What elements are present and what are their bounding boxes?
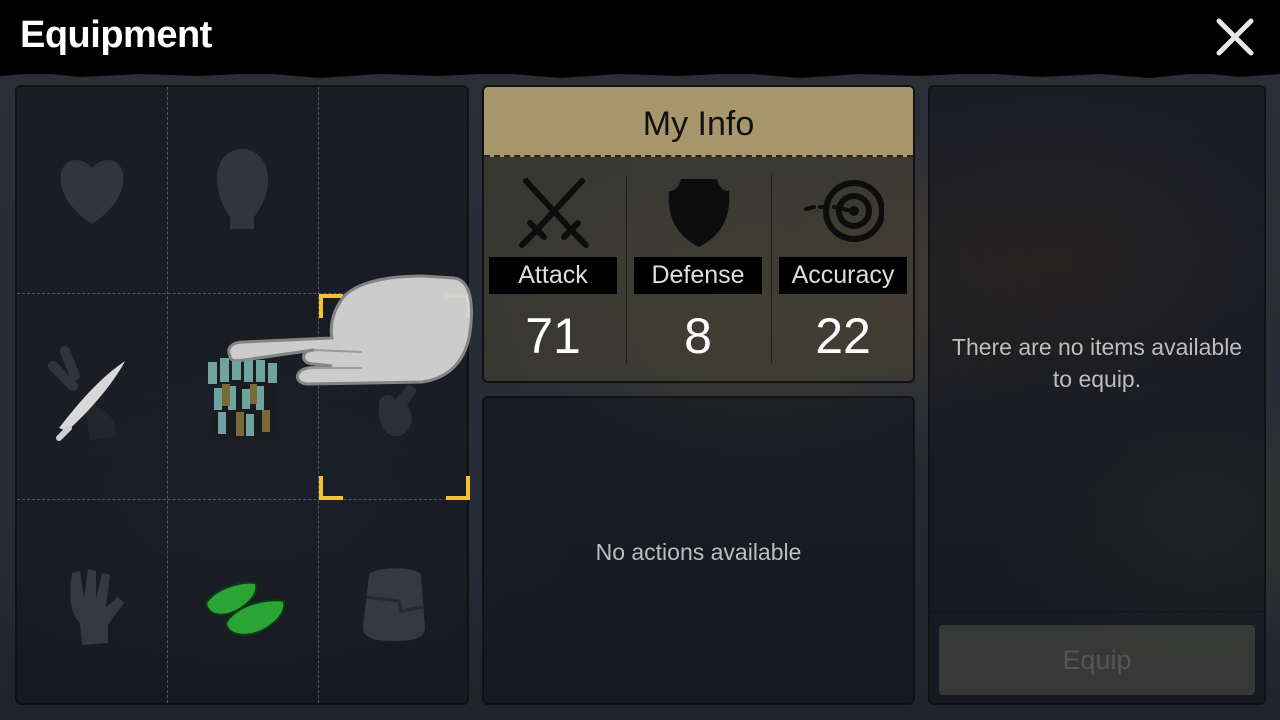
body-slot[interactable] [168, 294, 319, 500]
stat-label: Accuracy [779, 257, 907, 294]
hand-icon [378, 384, 417, 437]
gloves-icon [70, 569, 124, 645]
head-icon [216, 149, 269, 229]
empty-slot[interactable] [319, 87, 470, 293]
chest-slot[interactable] [17, 87, 168, 293]
stat-defense: Defense 8 [634, 175, 764, 375]
shoes-slot[interactable] [168, 501, 319, 707]
selection-corner [446, 476, 470, 500]
equipment-grid [15, 85, 470, 707]
crossed-swords-icon [519, 178, 589, 248]
stat-accuracy: Accuracy 22 [779, 175, 909, 375]
stat-label: Attack [489, 257, 617, 294]
stat-divider [771, 175, 772, 363]
green-shoes-icon [204, 581, 286, 636]
shield-icon [668, 179, 730, 247]
stat-label: Defense [634, 257, 762, 294]
torn-edge [0, 70, 1280, 78]
selection-corner [319, 294, 343, 318]
my-info-panel: My Info Attack 71 Defense 8 Accuracy 22 [482, 85, 915, 383]
bag-icon [363, 568, 425, 641]
info-header: My Info [484, 87, 913, 157]
stat-value: 71 [525, 308, 581, 364]
page-title: Equipment [20, 14, 212, 56]
head-slot[interactable] [168, 87, 319, 293]
selection-corner [319, 476, 343, 500]
ghillie-armor-icon [208, 357, 277, 439]
info-title: My Info [642, 105, 755, 143]
target-icon [804, 180, 884, 242]
no-items-text: There are no items available to equip. [930, 331, 1264, 395]
bag-slot[interactable] [319, 501, 470, 707]
equip-panel: There are no items available to equip. E… [928, 85, 1266, 705]
stat-value: 8 [684, 308, 712, 364]
stat-divider [626, 175, 627, 363]
stat-value: 22 [815, 308, 871, 364]
stat-attack: Attack 71 [489, 175, 619, 375]
equip-button[interactable]: Equip [939, 625, 1255, 695]
heart-icon [60, 160, 124, 224]
close-icon[interactable] [1212, 14, 1258, 60]
selection-corner [446, 294, 470, 318]
weapon-slot[interactable] [17, 294, 168, 500]
offhand-slot[interactable] [319, 294, 470, 500]
no-items-line: to equip. [1052, 366, 1142, 392]
gloves-slot[interactable] [17, 501, 168, 707]
no-items-line: There are no items available [951, 334, 1243, 360]
machete-icon [48, 346, 125, 441]
no-actions-text: No actions available [595, 539, 802, 565]
actions-panel: No actions available [482, 396, 915, 705]
divider [930, 611, 1264, 612]
